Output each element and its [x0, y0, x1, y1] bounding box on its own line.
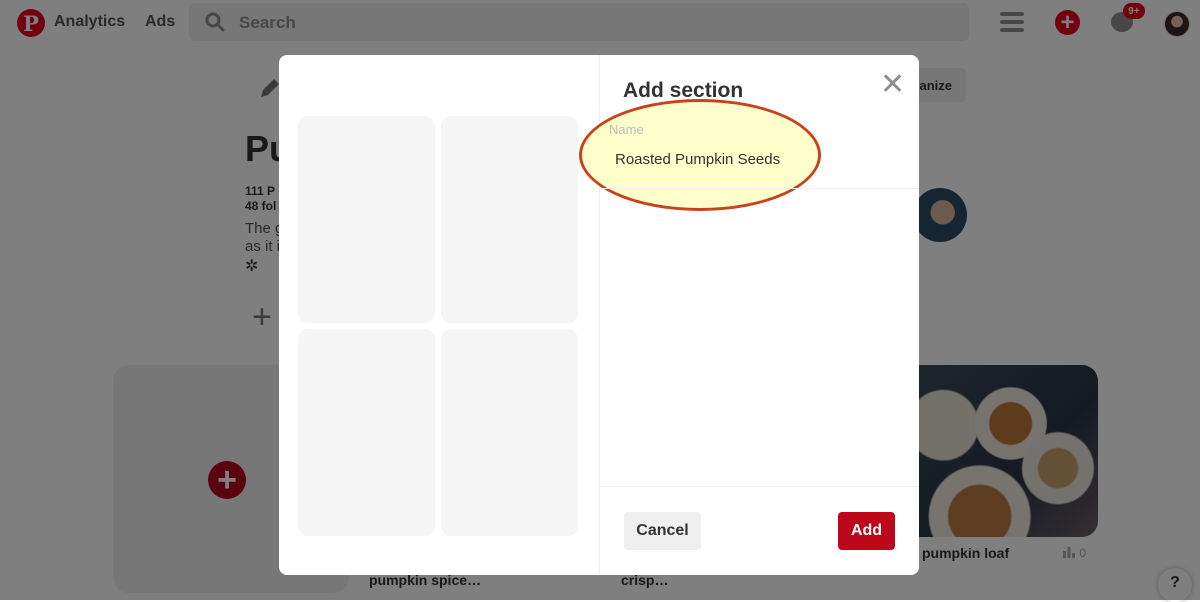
preview-tile — [441, 116, 578, 323]
section-name-input[interactable] — [609, 145, 851, 173]
field-divider — [600, 188, 919, 189]
footer-divider — [600, 486, 919, 487]
preview-tile — [298, 116, 435, 323]
preview-tile — [441, 329, 578, 536]
cancel-button[interactable]: Cancel — [624, 512, 701, 550]
close-icon[interactable]: ✕ — [880, 70, 905, 100]
add-section-modal: Add section ✕ Name Cancel Add — [279, 55, 919, 575]
preview-tile — [298, 329, 435, 536]
name-label: Name — [609, 122, 644, 137]
add-button[interactable]: Add — [838, 512, 895, 550]
